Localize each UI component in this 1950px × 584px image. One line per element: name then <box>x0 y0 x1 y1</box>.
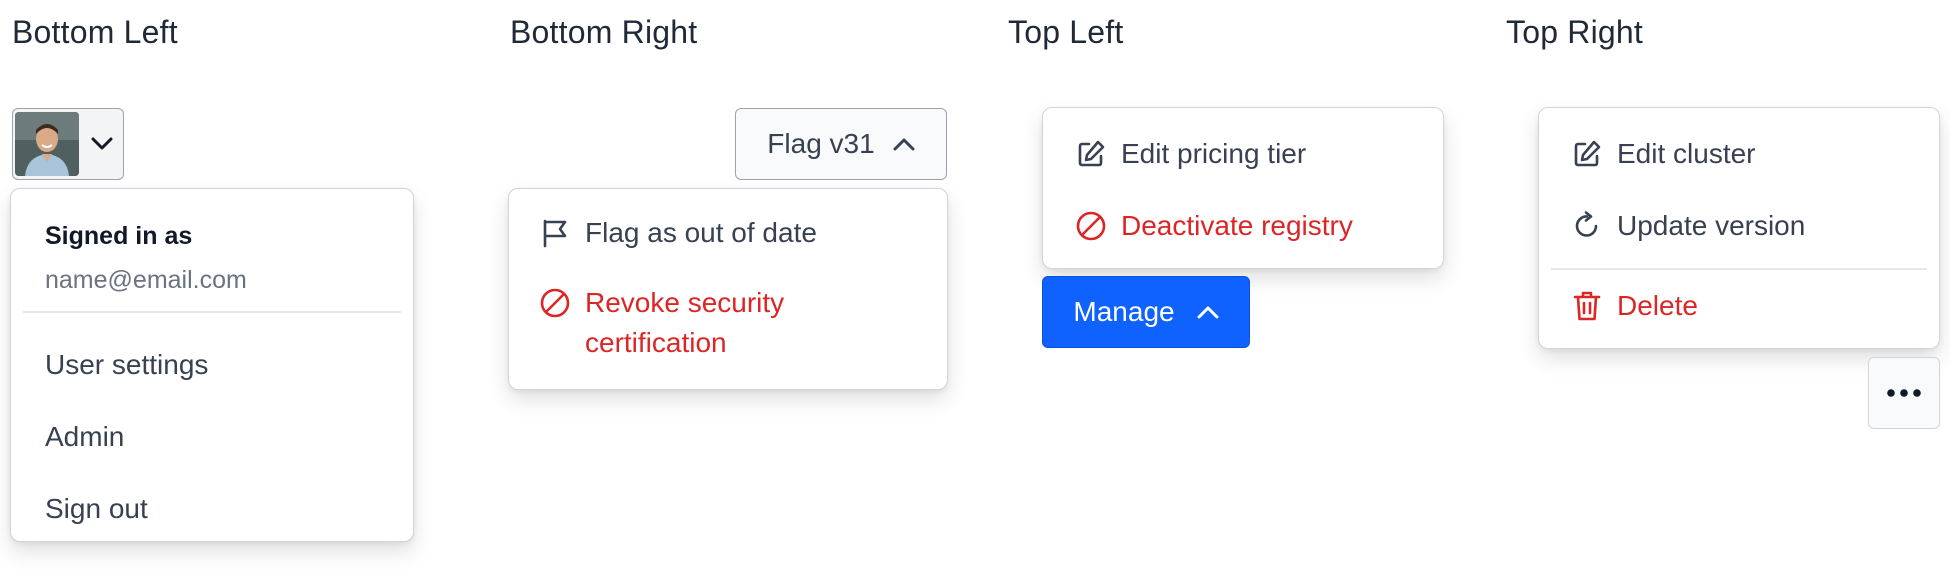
section-title-top-right: Top Right <box>1506 14 1643 50</box>
overflow-menu-button[interactable] <box>1868 357 1940 429</box>
section-title-bottom-left: Bottom Left <box>12 14 178 50</box>
menu-item-edit-pricing-tier[interactable]: Edit pricing tier <box>1075 134 1423 174</box>
signed-in-label: Signed in as <box>45 222 193 250</box>
menu-item-delete[interactable]: Delete <box>1571 286 1919 326</box>
trash-icon <box>1571 286 1603 326</box>
flag-version-button[interactable]: Flag v31 <box>735 108 947 180</box>
chevron-up-icon <box>1197 305 1219 319</box>
manage-button-label: Manage <box>1073 296 1175 327</box>
user-email: name@email.com <box>45 266 247 294</box>
manage-button[interactable]: Manage <box>1042 276 1250 348</box>
user-menu-dropdown: Signed in as name@email.com User setting… <box>10 188 414 542</box>
menu-item-flag-out-of-date[interactable]: Flag as out of date <box>539 213 927 253</box>
menu-item-label: Sign out <box>45 492 148 524</box>
edit-icon <box>1075 134 1107 174</box>
menu-item-label: Revoke security certification <box>585 287 785 358</box>
user-menu-toggle[interactable] <box>12 108 124 180</box>
menu-item-label: Edit pricing tier <box>1121 138 1307 169</box>
menu-item-label: Deactivate registry <box>1121 210 1353 241</box>
section-title-bottom-right: Bottom Right <box>510 14 698 50</box>
cluster-menu-dropdown: Edit cluster Update version Delete <box>1538 107 1940 349</box>
menu-item-label: Edit cluster <box>1617 138 1756 169</box>
menu-item-label: Flag as out of date <box>585 217 817 248</box>
ellipsis-icon <box>1886 388 1922 398</box>
manage-menu-dropdown: Edit pricing tier Deactivate registry <box>1042 107 1444 269</box>
ban-icon <box>1075 206 1107 246</box>
menu-item-user-settings[interactable]: User settings <box>45 329 413 401</box>
chevron-down-icon <box>87 124 117 164</box>
menu-item-edit-cluster[interactable]: Edit cluster <box>1571 134 1919 174</box>
menu-item-admin[interactable]: Admin <box>45 401 413 473</box>
ban-icon <box>539 283 571 323</box>
menu-item-deactivate-registry[interactable]: Deactivate registry <box>1075 206 1423 246</box>
flag-icon <box>539 213 571 253</box>
menu-item-update-version[interactable]: Update version <box>1571 206 1919 246</box>
menu-item-sign-out[interactable]: Sign out <box>45 473 413 545</box>
chevron-up-icon <box>893 137 915 151</box>
refresh-icon <box>1571 206 1603 246</box>
menu-item-label: Delete <box>1617 289 1698 321</box>
flag-version-button-label: Flag v31 <box>767 128 875 159</box>
dropdown-placement-demo: Bottom Left Bottom Right Top Left Top Ri… <box>0 0 1950 584</box>
section-title-top-left: Top Left <box>1008 14 1124 50</box>
edit-icon <box>1571 134 1603 174</box>
menu-item-revoke-certification[interactable]: Revoke security certification <box>539 283 927 363</box>
avatar <box>15 112 79 176</box>
flag-menu-dropdown: Flag as out of date Revoke security cert… <box>508 188 948 390</box>
menu-item-label: User settings <box>45 348 209 380</box>
menu-item-label: Update version <box>1617 210 1806 241</box>
menu-item-label: Admin <box>45 420 125 452</box>
